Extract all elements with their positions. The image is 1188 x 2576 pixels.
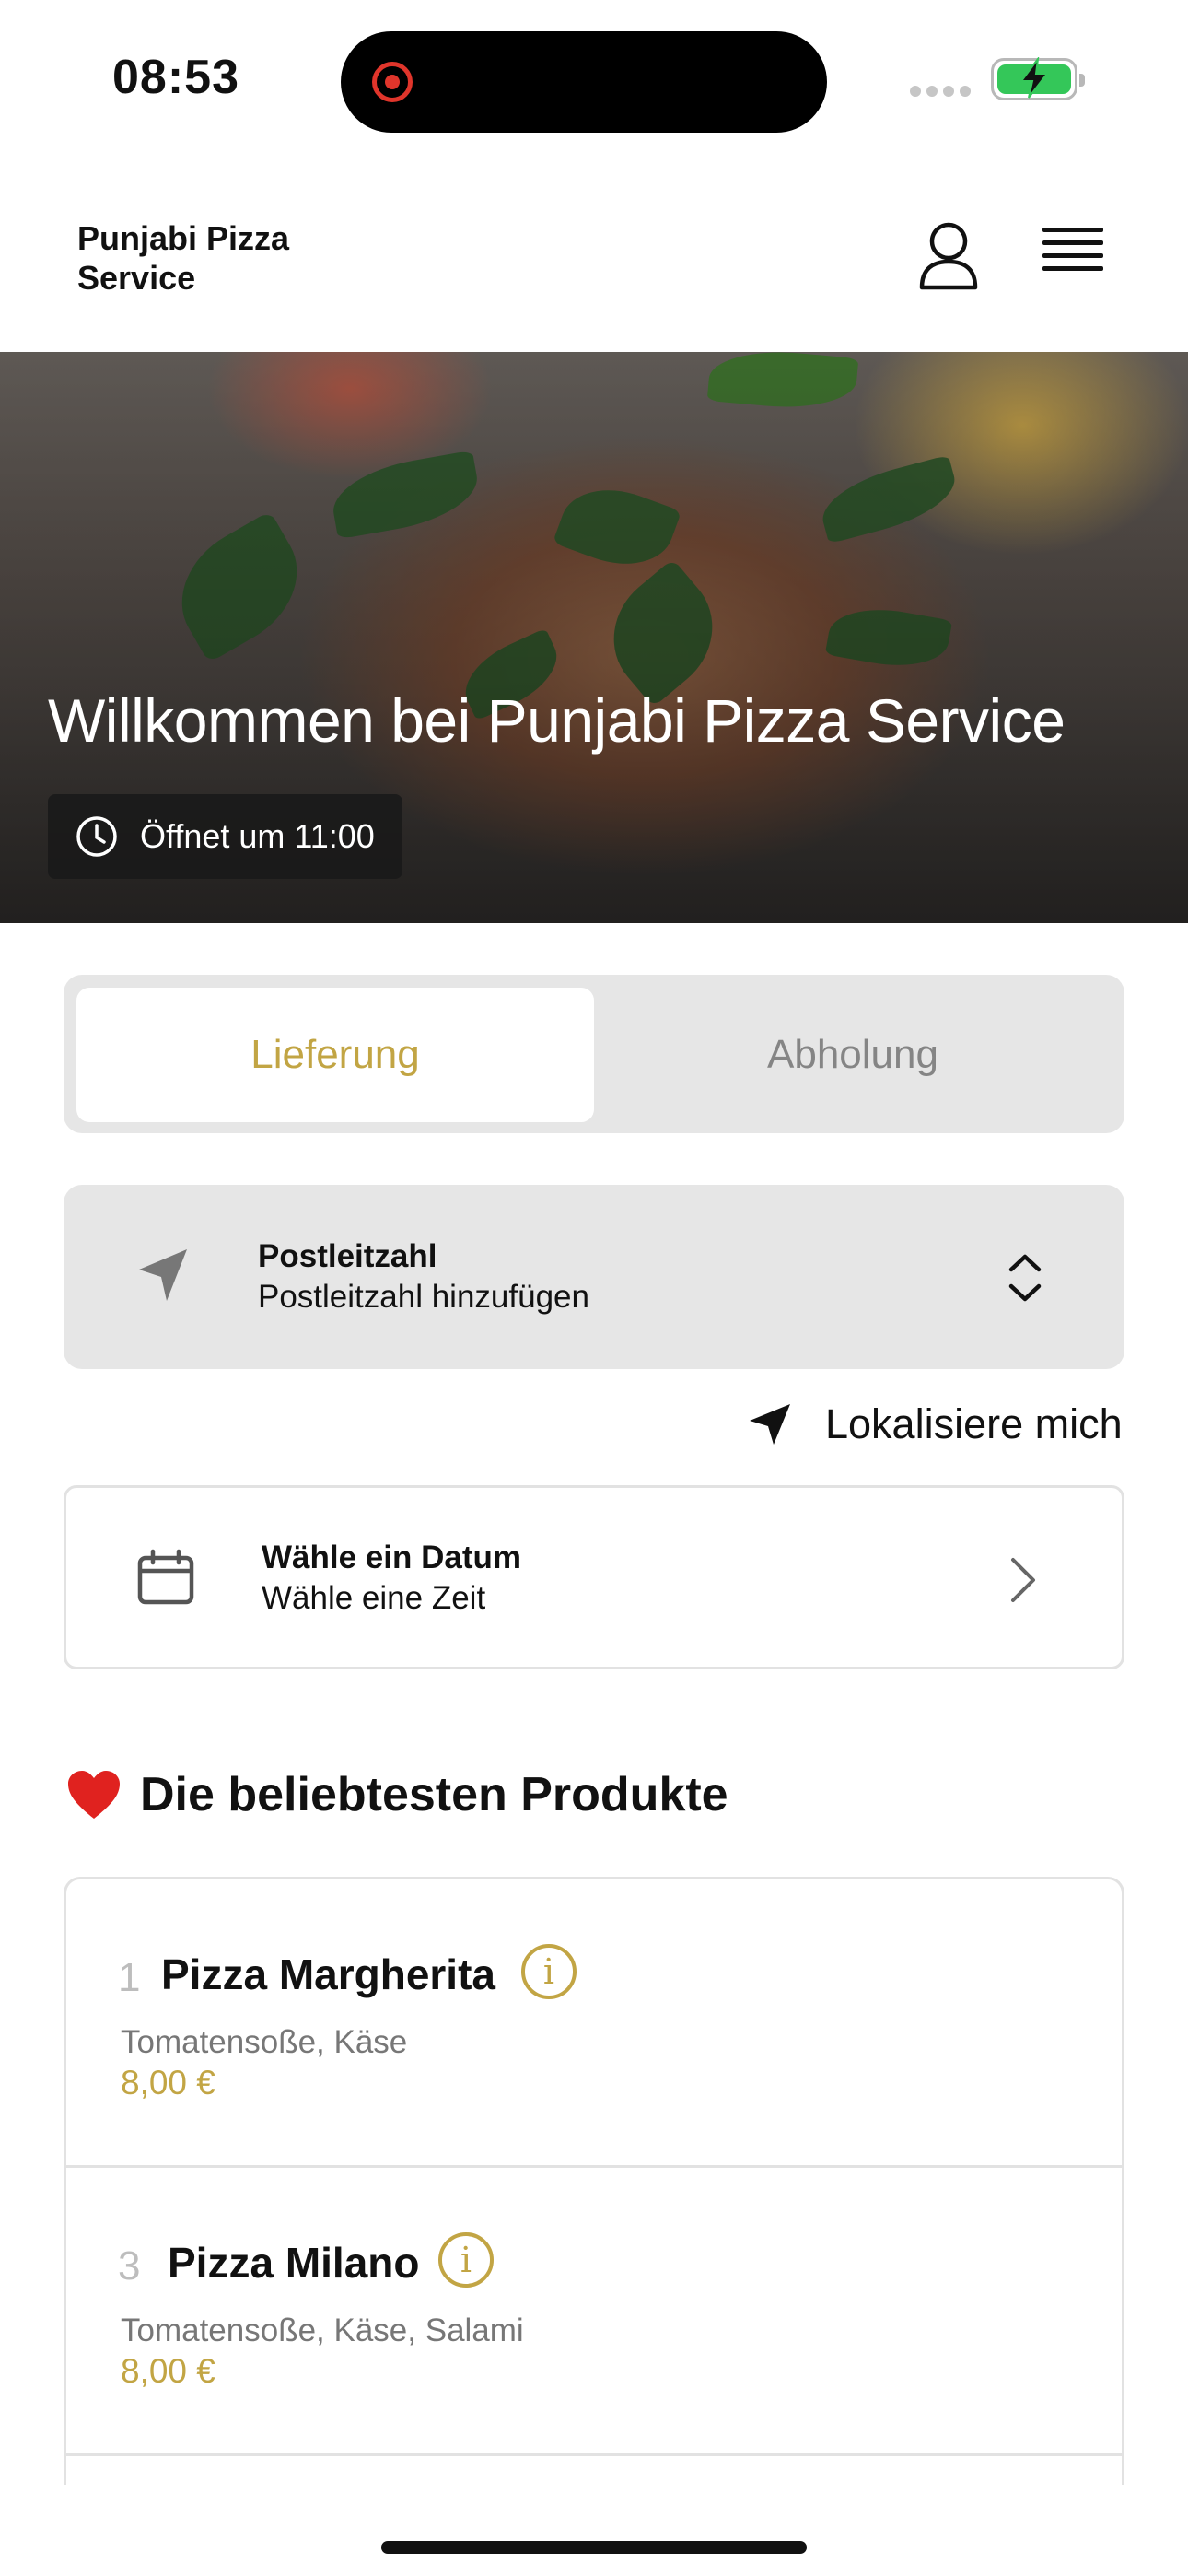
heart-icon [68, 1771, 120, 1819]
postal-code-placeholder: Postleitzahl hinzufügen [258, 1279, 589, 1315]
product-description: Tomatensoße, Käse [121, 2024, 408, 2060]
locate-me-label: Lokalisiere mich [825, 1400, 1123, 1447]
opening-hours-text: Öffnet um 11:00 [140, 817, 375, 855]
product-price: 8,00 € [121, 2064, 215, 2102]
location-arrow-icon [139, 1249, 187, 1301]
menu-icon[interactable] [1042, 228, 1103, 283]
calendar-icon [137, 1549, 194, 1605]
user-icon[interactable] [916, 221, 981, 291]
app-header: Punjabi Pizza Service [0, 161, 1188, 352]
product-description: Tomatensoße, Käse, Salami [121, 2313, 524, 2348]
signal-icon [910, 85, 976, 101]
product-number: 1 [118, 1955, 141, 2000]
postal-code-label: Postleitzahl [258, 1238, 437, 1274]
app-screen: 08:53 Punjabi Pizza Service Willkommen b… [0, 0, 1188, 2576]
hero-banner: Willkommen bei Punjabi Pizza Service Öff… [0, 352, 1188, 923]
product-list: 1 Pizza Margherita i Tomatensoße, Käse 8… [64, 1877, 1124, 2485]
brand-name[interactable]: Punjabi Pizza Service [77, 218, 354, 298]
tab-pickup[interactable]: Abholung [594, 988, 1112, 1122]
order-mode-toggle: Lieferung Abholung [64, 975, 1124, 1133]
time-label: Wähle eine Zeit [262, 1580, 486, 1616]
status-time: 08:53 [112, 51, 239, 104]
battery-charging-icon [991, 57, 1085, 100]
location-arrow-icon [750, 1404, 790, 1445]
opening-hours-badge: Öffnet um 11:00 [48, 794, 402, 879]
home-indicator[interactable] [381, 2541, 807, 2554]
dynamic-island [341, 31, 827, 133]
status-bar: 08:53 [0, 0, 1188, 161]
tab-delivery[interactable]: Lieferung [76, 988, 594, 1122]
product-price: 8,00 € [121, 2352, 215, 2390]
product-name: Pizza Margherita [161, 1950, 495, 1998]
date-label: Wähle ein Datum [262, 1540, 521, 1575]
product-item[interactable]: 1 Pizza Margherita i Tomatensoße, Käse 8… [66, 1879, 1122, 2168]
info-icon[interactable]: i [521, 1944, 577, 1999]
locate-me-button[interactable]: Lokalisiere mich [748, 1400, 1123, 1448]
product-number: 3 [118, 2243, 141, 2289]
clock-icon [76, 816, 117, 857]
recording-icon [372, 62, 413, 102]
chevron-up-down-icon [1008, 1254, 1042, 1302]
info-icon[interactable]: i [438, 2232, 494, 2288]
section-title-popular: Die beliebtesten Produkte [66, 1767, 728, 1822]
postal-code-selector[interactable]: Postleitzahl Postleitzahl hinzufügen [64, 1185, 1124, 1369]
product-item[interactable]: 3 Pizza Milano i Tomatensoße, Käse, Sala… [66, 2168, 1122, 2456]
hero-title: Willkommen bei Punjabi Pizza Service [48, 686, 1066, 755]
product-name: Pizza Milano [168, 2239, 420, 2287]
date-time-picker[interactable]: Wähle ein Datum Wähle eine Zeit [64, 1485, 1124, 1669]
chevron-right-icon [1011, 1558, 1035, 1602]
section-title-text: Die beliebtesten Produkte [140, 1768, 728, 1821]
